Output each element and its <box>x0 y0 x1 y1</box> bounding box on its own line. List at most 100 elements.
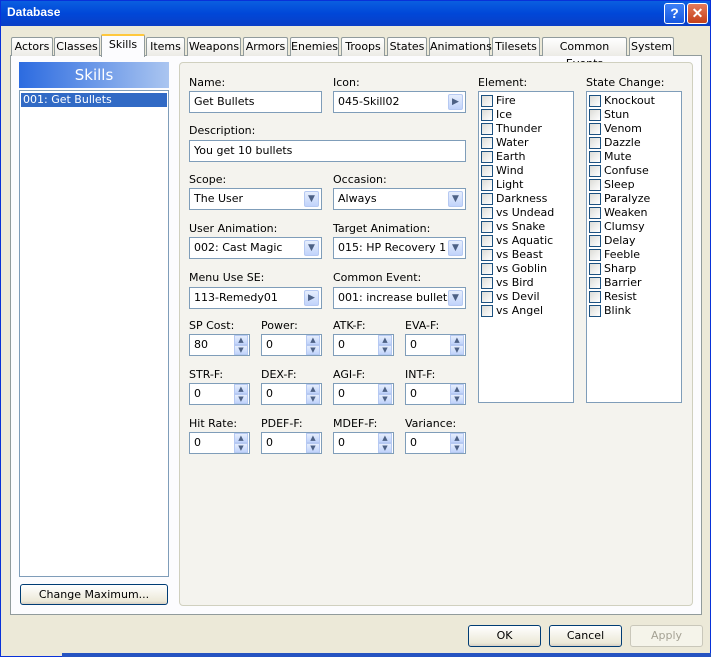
spin-down-icon[interactable]: ▼ <box>234 443 248 453</box>
tab-tilesets[interactable]: Tilesets <box>492 37 540 56</box>
spin-up-icon[interactable]: ▲ <box>450 433 464 443</box>
menu-use-se-field[interactable]: 113-Remedy01 ▶ <box>189 287 322 309</box>
chevron-down-icon[interactable]: ▼ <box>448 191 463 207</box>
checkbox-icon[interactable] <box>481 263 493 275</box>
title-bar[interactable]: Database ? ✕ <box>1 1 710 26</box>
checkbox-icon[interactable] <box>589 179 601 191</box>
checkbox-icon[interactable] <box>481 249 493 261</box>
checkbox-icon[interactable] <box>481 165 493 177</box>
checkbox-icon[interactable] <box>589 221 601 233</box>
checkbox-icon[interactable] <box>589 291 601 303</box>
tab-common-events[interactable]: Common Events <box>542 37 627 70</box>
target-animation-select[interactable]: 015: HP Recovery 1 ▼ <box>333 237 466 259</box>
int-f-stepper[interactable]: 0 ▲ ▼ <box>405 383 466 405</box>
tab-enemies[interactable]: Enemies <box>290 37 339 56</box>
ok-button[interactable]: OK <box>468 625 541 647</box>
spin-down-icon[interactable]: ▼ <box>378 345 392 355</box>
checkbox-icon[interactable] <box>589 207 601 219</box>
checkbox-icon[interactable] <box>481 123 493 135</box>
checkbox-icon[interactable] <box>481 221 493 233</box>
spin-up-icon[interactable]: ▲ <box>378 433 392 443</box>
spin-down-icon[interactable]: ▼ <box>234 345 248 355</box>
chevron-down-icon[interactable]: ▼ <box>304 191 319 207</box>
spin-down-icon[interactable]: ▼ <box>450 443 464 453</box>
str-f-stepper[interactable]: 0 ▲ ▼ <box>189 383 250 405</box>
dex-f-stepper[interactable]: 0 ▲ ▼ <box>261 383 322 405</box>
checkbox-icon[interactable] <box>589 193 601 205</box>
state-change-checklist[interactable]: Knockout Stun Venom Dazzle Mute Confuse Sleep P… <box>586 91 682 403</box>
chevron-down-icon[interactable]: ▼ <box>304 240 319 256</box>
name-input[interactable]: Get Bullets <box>189 91 322 113</box>
checkbox-icon[interactable] <box>589 235 601 247</box>
checkbox-icon[interactable] <box>481 151 493 163</box>
spin-up-icon[interactable]: ▲ <box>378 335 392 345</box>
tab-system[interactable]: System <box>629 37 674 56</box>
checkbox-icon[interactable] <box>481 277 493 289</box>
spin-down-icon[interactable]: ▼ <box>306 443 320 453</box>
close-icon[interactable]: ✕ <box>687 3 708 24</box>
chevron-down-icon[interactable]: ▼ <box>448 290 463 306</box>
checkbox-icon[interactable] <box>589 109 601 121</box>
tab-animations[interactable]: Animations <box>429 37 492 56</box>
tab-skills[interactable]: Skills <box>101 34 145 57</box>
checkbox-icon[interactable] <box>481 235 493 247</box>
checkbox-icon[interactable] <box>481 305 493 317</box>
occasion-select[interactable]: Always ▼ <box>333 188 466 210</box>
hit-rate-stepper[interactable]: 0 ▲ ▼ <box>189 432 250 454</box>
spin-down-icon[interactable]: ▼ <box>450 345 464 355</box>
cancel-button[interactable]: Cancel <box>549 625 622 647</box>
tab-weapons[interactable]: Weapons <box>187 37 241 56</box>
atk-f-stepper[interactable]: 0 ▲ ▼ <box>333 334 394 356</box>
common-event-select[interactable]: 001: increase bullets ▼ <box>333 287 466 309</box>
description-input[interactable]: You get 10 bullets <box>189 140 466 162</box>
help-icon[interactable]: ? <box>664 3 685 24</box>
tab-classes[interactable]: Classes <box>54 37 100 56</box>
checkbox-icon[interactable] <box>589 151 601 163</box>
eva-f-stepper[interactable]: 0 ▲ ▼ <box>405 334 466 356</box>
tab-states[interactable]: States <box>387 37 427 56</box>
tab-troops[interactable]: Troops <box>341 37 385 56</box>
checkbox-icon[interactable] <box>589 249 601 261</box>
checkbox-icon[interactable] <box>481 207 493 219</box>
mdef-f-stepper[interactable]: 0 ▲ ▼ <box>333 432 394 454</box>
icon-browse-button[interactable]: ▶ <box>448 94 463 110</box>
spin-down-icon[interactable]: ▼ <box>378 443 392 453</box>
checkbox-icon[interactable] <box>589 165 601 177</box>
chevron-down-icon[interactable]: ▼ <box>448 240 463 256</box>
spin-up-icon[interactable]: ▲ <box>234 335 248 345</box>
checkbox-icon[interactable] <box>481 193 493 205</box>
checkbox-icon[interactable] <box>589 305 601 317</box>
spin-up-icon[interactable]: ▲ <box>450 335 464 345</box>
skills-list[interactable]: 001: Get Bullets <box>19 90 169 577</box>
checkbox-icon[interactable] <box>589 277 601 289</box>
spin-down-icon[interactable]: ▼ <box>306 345 320 355</box>
spin-down-icon[interactable]: ▼ <box>306 394 320 404</box>
spin-up-icon[interactable]: ▲ <box>378 384 392 394</box>
spin-up-icon[interactable]: ▲ <box>234 433 248 443</box>
menu-use-se-browse-button[interactable]: ▶ <box>304 290 319 306</box>
spin-up-icon[interactable]: ▲ <box>306 335 320 345</box>
tab-items[interactable]: Items <box>146 37 185 56</box>
icon-field[interactable]: 045-Skill02 ▶ <box>333 91 466 113</box>
pdef-f-stepper[interactable]: 0 ▲ ▼ <box>261 432 322 454</box>
checkbox-icon[interactable] <box>481 137 493 149</box>
element-checklist[interactable]: Fire Ice Thunder Water Earth Wind Light Darknes… <box>478 91 574 403</box>
checkbox-icon[interactable] <box>589 95 601 107</box>
spin-up-icon[interactable]: ▲ <box>306 433 320 443</box>
tab-actors[interactable]: Actors <box>11 37 53 56</box>
spin-down-icon[interactable]: ▼ <box>234 394 248 404</box>
checkbox-icon[interactable] <box>481 291 493 303</box>
list-item[interactable]: 001: Get Bullets <box>21 93 167 107</box>
checkbox-icon[interactable] <box>481 95 493 107</box>
scope-select[interactable]: The User ▼ <box>189 188 322 210</box>
spin-down-icon[interactable]: ▼ <box>450 394 464 404</box>
variance-stepper[interactable]: 0 ▲ ▼ <box>405 432 466 454</box>
sp-cost-stepper[interactable]: 80 ▲ ▼ <box>189 334 250 356</box>
checkbox-icon[interactable] <box>589 263 601 275</box>
spin-up-icon[interactable]: ▲ <box>450 384 464 394</box>
agi-f-stepper[interactable]: 0 ▲ ▼ <box>333 383 394 405</box>
apply-button[interactable]: Apply <box>630 625 703 647</box>
checkbox-icon[interactable] <box>589 137 601 149</box>
spin-up-icon[interactable]: ▲ <box>306 384 320 394</box>
spin-up-icon[interactable]: ▲ <box>234 384 248 394</box>
